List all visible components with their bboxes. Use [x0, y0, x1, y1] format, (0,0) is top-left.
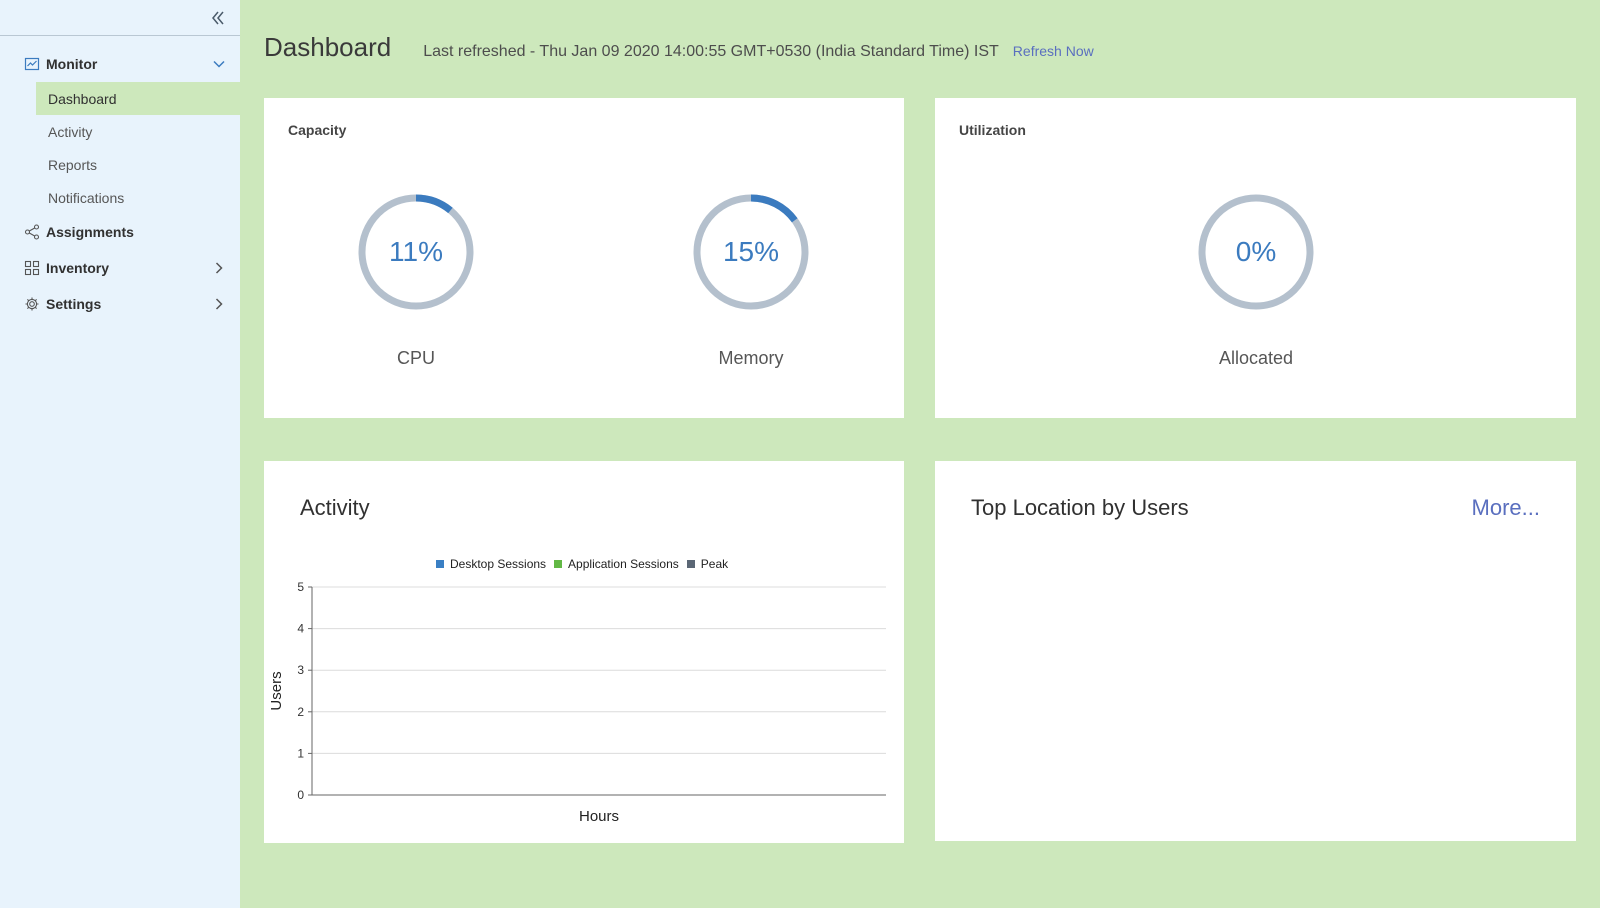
- sidebar-item-notifications[interactable]: Notifications: [36, 181, 240, 214]
- utilization-card: Utilization 0% Allocated: [935, 98, 1576, 418]
- sidebar-group-assignments[interactable]: Assignments: [0, 214, 240, 250]
- sidebar-item-label: Notifications: [48, 189, 125, 206]
- top-location-title: Top Location by Users: [971, 495, 1189, 520]
- sidebar: Monitor Dashboard Activity Reports Notif…: [0, 0, 240, 908]
- chevron-down-icon: [212, 57, 226, 71]
- page-title: Dashboard: [264, 32, 392, 62]
- sidebar-group-label: Inventory: [46, 260, 110, 276]
- sidebar-item-reports[interactable]: Reports: [36, 148, 240, 181]
- sidebar-group-label: Assignments: [46, 224, 134, 240]
- x-axis-label: Hours: [579, 808, 619, 825]
- sidebar-group-inventory[interactable]: Inventory: [0, 250, 240, 286]
- y-axis-label: Users: [268, 671, 285, 710]
- y-tick-label: 4: [297, 622, 304, 636]
- sidebar-group-label: Monitor: [46, 56, 98, 72]
- grid-icon: [24, 260, 40, 276]
- capacity-card: Capacity 11% CPU 15% Memory: [264, 98, 904, 418]
- y-tick-label: 2: [297, 705, 304, 719]
- allocated-gauge: 0%: [1196, 192, 1316, 312]
- sidebar-item-dashboard[interactable]: Dashboard: [36, 82, 240, 115]
- sidebar-group-settings[interactable]: Settings: [0, 286, 240, 322]
- sidebar-group-monitor[interactable]: Monitor: [0, 46, 240, 82]
- y-tick-label: 3: [297, 663, 304, 677]
- monitor-chart-icon: [24, 56, 40, 72]
- sidebar-group-label: Settings: [46, 296, 102, 312]
- activity-card: Activity Desktop Sessions Application Se…: [264, 461, 904, 843]
- memory-gauge: 15%: [691, 192, 811, 312]
- main-content: Dashboard Last refreshed - Thu Jan 09 20…: [240, 0, 1600, 908]
- sidebar-item-label: Dashboard: [48, 90, 117, 107]
- memory-value: 15%: [722, 236, 780, 267]
- gear-icon: [24, 296, 40, 312]
- memory-label: Memory: [718, 348, 784, 368]
- page-header: Dashboard Last refreshed - Thu Jan 09 20…: [264, 32, 1094, 63]
- cpu-value: 11%: [389, 236, 443, 267]
- sidebar-collapse-bar: [0, 0, 240, 36]
- share-nodes-icon: [24, 224, 40, 240]
- top-location-card: Top Location by Users More...: [935, 461, 1576, 841]
- chevron-right-icon: [212, 297, 226, 311]
- activity-chart: 0 1 2 3 4 5 Users Hours: [268, 580, 886, 825]
- allocated-label: Allocated: [1218, 348, 1294, 368]
- chevron-right-icon: [212, 261, 226, 275]
- utilization-title: Utilization: [959, 122, 1026, 138]
- capacity-title: Capacity: [288, 122, 347, 138]
- y-tick-label: 5: [297, 580, 304, 594]
- last-refreshed-text: Last refreshed - Thu Jan 09 2020 14:00:5…: [423, 43, 999, 60]
- sidebar-item-label: Reports: [48, 156, 98, 173]
- y-tick-label: 0: [297, 788, 304, 802]
- double-chevron-left-icon[interactable]: [208, 8, 228, 28]
- allocated-value: 0%: [1235, 236, 1277, 267]
- cpu-label: CPU: [396, 348, 435, 368]
- refresh-now-link[interactable]: Refresh Now: [1013, 43, 1094, 59]
- sidebar-item-label: Activity: [48, 123, 93, 140]
- cpu-gauge: 11%: [356, 192, 476, 312]
- sidebar-item-activity[interactable]: Activity: [36, 115, 240, 148]
- y-tick-label: 1: [297, 746, 304, 760]
- more-link[interactable]: More...: [1472, 495, 1540, 521]
